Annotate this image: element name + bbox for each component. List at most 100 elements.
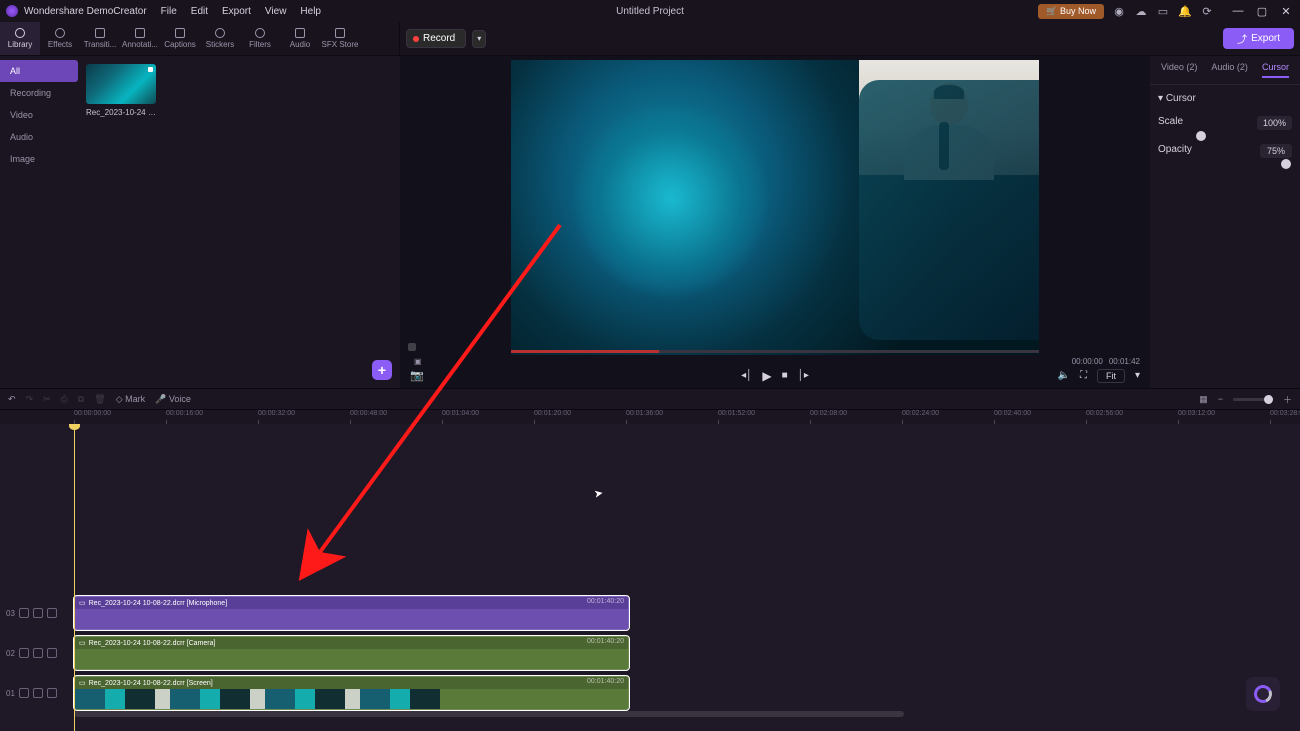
track-lock-icon[interactable] [33, 688, 43, 698]
preview-progress[interactable] [511, 350, 1039, 353]
preview-viewport[interactable] [404, 60, 1146, 355]
track-visibility-icon[interactable] [19, 688, 29, 698]
record-button[interactable]: Record [406, 29, 466, 48]
voice-button[interactable]: 🎤 Voice [155, 394, 191, 405]
fullscreen-icon[interactable]: ⛶ [1080, 370, 1087, 381]
main-area: All Recording Video Audio Image Rec_2023… [0, 56, 1300, 388]
ruler-tick: 00:02:08:00 [810, 410, 847, 417]
track-id: 02 [6, 649, 15, 658]
category-audio[interactable]: Audio [0, 126, 78, 148]
tab-sfx-store[interactable]: SFX Store [320, 22, 360, 55]
zoom-slider[interactable] [1233, 398, 1273, 401]
mark-button[interactable]: ◇ Mark [116, 394, 145, 405]
menu-edit[interactable]: Edit [191, 6, 208, 17]
fit-dropdown[interactable]: Fit [1097, 369, 1125, 383]
clip-microphone[interactable]: ▭ Rec_2023-10-24 10-08-22.dcrr [Micropho… [74, 596, 629, 630]
prop-tab-cursor[interactable]: Cursor [1262, 62, 1289, 78]
audio-icon [295, 28, 305, 38]
play-button[interactable]: ▶ [762, 369, 771, 383]
clip-screen[interactable]: ▭ Rec_2023-10-24 10-08-22.dcrr [Screen]0… [74, 676, 629, 710]
ruler-tick: 00:02:56:00 [1086, 410, 1123, 417]
window-close-icon[interactable]: ✕ [1278, 5, 1294, 18]
ruler-tick: 00:01:36:00 [626, 410, 663, 417]
media-panel: All Recording Video Audio Image Rec_2023… [0, 56, 400, 388]
copy-icon[interactable]: ⧉ [78, 394, 84, 405]
preview-video [511, 60, 1039, 355]
window-maximize-icon[interactable]: ▢ [1254, 5, 1270, 18]
layout-icon[interactable]: ▭ [1156, 4, 1170, 18]
tab-filters[interactable]: Filters [240, 22, 280, 55]
window-minimize-icon[interactable]: — [1230, 5, 1246, 18]
clip-camera[interactable]: ▭ Rec_2023-10-24 10-08-22.dcrr [Camera]0… [74, 636, 629, 670]
record-dropdown[interactable]: ▾ [472, 30, 486, 48]
track-visibility-icon[interactable] [19, 648, 29, 658]
prev-frame-button[interactable]: ◂│ [741, 370, 752, 381]
export-button[interactable]: ⤴Export [1223, 28, 1294, 49]
timeline-toolbar: ↶ ↷ ✂ ⎙ ⧉ 🗑 ◇ Mark 🎤 Voice ▦ − ＋ [0, 388, 1300, 410]
menu-export[interactable]: Export [222, 6, 251, 17]
overlay-toggle-icon[interactable] [408, 343, 416, 351]
next-frame-button[interactable]: │▸ [798, 370, 809, 381]
menu-view[interactable]: View [265, 6, 287, 17]
track-mute-icon[interactable] [47, 648, 57, 658]
tab-captions[interactable]: Captions [160, 22, 200, 55]
titlebar: Wondershare DemoCreator File Edit Export… [0, 0, 1300, 22]
fit-chevron-icon[interactable]: ▾ [1135, 370, 1140, 381]
redo-icon[interactable]: ↷ [26, 394, 34, 405]
track-visibility-icon[interactable] [19, 608, 29, 618]
zoom-in-icon[interactable]: ＋ [1283, 393, 1292, 406]
timeline-tracks[interactable]: 03 ▭ Rec_2023-10-24 10-08-22.dcrr [Micro… [0, 424, 1300, 731]
category-recording[interactable]: Recording [0, 82, 78, 104]
track-id: 03 [6, 609, 15, 618]
cloud-icon[interactable]: ☁ [1134, 4, 1148, 18]
app-name: Wondershare DemoCreator [24, 6, 147, 17]
tab-library[interactable]: Library [0, 22, 40, 55]
refresh-icon[interactable]: ⟳ [1200, 4, 1214, 18]
tab-audio[interactable]: Audio [280, 22, 320, 55]
category-all[interactable]: All [0, 60, 78, 82]
tab-transitions[interactable]: Transiti... [80, 22, 120, 55]
ruler-tick: 00:00:32:00 [258, 410, 295, 417]
tab-effects[interactable]: Effects [40, 22, 80, 55]
timeline-settings-icon[interactable]: ▦ [1199, 394, 1208, 405]
bell-icon[interactable]: 🔔 [1178, 4, 1192, 18]
volume-icon[interactable]: 🔈 [1058, 370, 1070, 381]
category-video[interactable]: Video [0, 104, 78, 126]
menu-help[interactable]: Help [300, 6, 321, 17]
timeline-scrollbar[interactable] [74, 711, 904, 717]
delete-icon[interactable]: 🗑 [94, 394, 105, 405]
zoom-out-icon[interactable]: − [1218, 394, 1223, 404]
buy-now-button[interactable]: 🛒 Buy Now [1038, 4, 1104, 19]
cut-icon[interactable]: ✂ [43, 394, 51, 405]
track-lock-icon[interactable] [33, 608, 43, 618]
snapshot-icon[interactable]: ▣ [414, 357, 422, 366]
track-mute-icon[interactable] [47, 608, 57, 618]
opacity-value[interactable]: 75% [1260, 144, 1292, 158]
annotations-icon [135, 28, 145, 38]
captions-icon [175, 28, 185, 38]
tab-annotations[interactable]: Annotati... [120, 22, 160, 55]
stickers-icon [215, 28, 225, 38]
undo-icon[interactable]: ↶ [8, 394, 16, 405]
prop-tab-audio[interactable]: Audio (2) [1211, 62, 1248, 78]
transitions-icon [95, 28, 105, 38]
track-lock-icon[interactable] [33, 648, 43, 658]
properties-panel: Video (2) Audio (2) Cursor ▾ Cursor Scal… [1150, 56, 1300, 388]
webcam-overlay [859, 60, 1039, 175]
camera-icon[interactable]: 📷 [410, 369, 424, 382]
scale-value[interactable]: 100% [1257, 116, 1292, 130]
tab-stickers[interactable]: Stickers [200, 22, 240, 55]
timeline-ruler[interactable]: 00:00:00:0000:00:16:0000:00:32:0000:00:4… [0, 410, 1300, 424]
media-item[interactable]: Rec_2023-10-24 10... [86, 64, 156, 117]
export-icon: ⤴ [1237, 31, 1247, 46]
menu-file[interactable]: File [161, 6, 177, 17]
category-image[interactable]: Image [0, 148, 78, 170]
stop-button[interactable]: ■ [782, 370, 788, 381]
ruler-tick: 00:03:28:00 [1270, 410, 1300, 417]
split-icon[interactable]: ⎙ [61, 394, 68, 405]
avatar-icon[interactable]: ◉ [1112, 4, 1126, 18]
track-mute-icon[interactable] [47, 688, 57, 698]
prop-tab-video[interactable]: Video (2) [1161, 62, 1197, 78]
add-media-button[interactable]: + [372, 360, 392, 380]
playhead[interactable] [74, 424, 75, 731]
